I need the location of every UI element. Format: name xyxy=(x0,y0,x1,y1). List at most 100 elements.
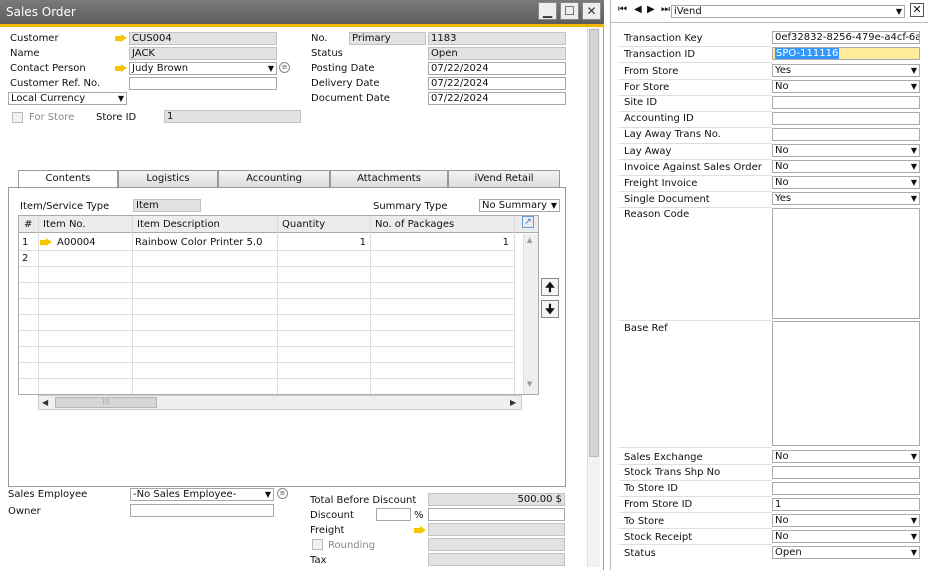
transaction-id-value: SPO-111116 xyxy=(775,48,840,59)
row-packages[interactable]: 1 xyxy=(373,237,509,249)
grid-vertical-scrollbar[interactable]: ▲ ▼ xyxy=(523,234,538,394)
row-separator xyxy=(619,528,772,529)
window-scroll-thumb[interactable] xyxy=(589,29,599,457)
grid-horizontal-scrollbar[interactable]: ◀ ⁞⁞⁞ ▶ xyxy=(38,395,522,410)
close-panel-button[interactable]: ✕ xyxy=(910,3,924,17)
invoice-against-so-select[interactable]: No ▼ xyxy=(772,160,920,173)
scroll-thumb[interactable]: ⁞⁞⁞ xyxy=(55,397,157,408)
window-vertical-scrollbar[interactable] xyxy=(587,27,600,567)
lay-away-trans-field[interactable] xyxy=(772,128,920,141)
next-record-icon[interactable]: ▶ xyxy=(647,4,657,16)
rounding-field[interactable] xyxy=(428,538,565,551)
scroll-right-icon[interactable]: ▶ xyxy=(510,398,516,407)
summary-type-select[interactable]: No Summary ▼ xyxy=(479,199,560,212)
transaction-key-field[interactable]: 0ef32832-8256-479e-a4cf-6ad2131 xyxy=(772,31,920,44)
col-header-item-no[interactable]: Item No. xyxy=(43,219,86,231)
close-button[interactable]: ✕ xyxy=(582,2,601,20)
row-item-no[interactable]: A00004 xyxy=(57,237,96,249)
tab-logistics[interactable]: Logistics xyxy=(118,170,218,188)
previous-record-icon[interactable]: ◀ xyxy=(634,4,644,16)
row-item-description[interactable]: Rainbow Color Printer 5.0 xyxy=(135,237,262,249)
stock-receipt-select[interactable]: No ▼ xyxy=(772,530,920,543)
tab-attachments[interactable]: Attachments xyxy=(330,170,448,188)
freight-label: Freight xyxy=(310,525,345,536)
for-store-checkbox[interactable] xyxy=(12,112,23,123)
status-select[interactable]: Open ▼ xyxy=(772,546,920,559)
stock-trans-shp-field[interactable] xyxy=(772,466,920,479)
doc-no-field[interactable]: 1183 xyxy=(428,32,566,45)
owner-field[interactable] xyxy=(130,504,274,517)
sales-exchange-value: No xyxy=(775,451,789,462)
accounting-id-field[interactable] xyxy=(772,112,920,125)
col-header-num[interactable]: # xyxy=(24,219,32,231)
currency-value: Local Currency xyxy=(11,93,86,104)
row-number: 1 xyxy=(22,237,29,248)
for-store-select[interactable]: No ▼ xyxy=(772,80,920,93)
name-field[interactable]: JACK xyxy=(129,47,277,60)
total-before-discount-field[interactable]: 500.00 $ xyxy=(428,493,565,506)
col-header-description[interactable]: Item Description xyxy=(137,219,220,231)
customer-field[interactable]: CUS004 xyxy=(129,32,277,45)
from-store-id-field[interactable]: 1 xyxy=(772,498,920,511)
rounding-checkbox[interactable] xyxy=(312,539,323,550)
status-field[interactable]: Open xyxy=(428,47,566,60)
total-before-discount-label: Total Before Discount xyxy=(310,495,417,506)
series-select[interactable]: Primary xyxy=(349,32,426,45)
store-id-field[interactable]: 1 xyxy=(164,110,301,123)
freight-link-arrow-icon[interactable] xyxy=(414,526,426,535)
contact-link-arrow-icon[interactable] xyxy=(115,64,127,73)
freight-invoice-select[interactable]: No ▼ xyxy=(772,176,920,189)
col-header-quantity[interactable]: Quantity xyxy=(282,219,325,231)
tax-field[interactable] xyxy=(428,553,565,566)
move-row-down-button[interactable]: 🠋 xyxy=(541,300,559,318)
from-store-select[interactable]: Yes ▼ xyxy=(772,64,920,77)
sales-exchange-select[interactable]: No ▼ xyxy=(772,450,920,463)
base-ref-label: Base Ref xyxy=(624,323,668,334)
reason-code-textarea[interactable] xyxy=(772,208,920,319)
minimize-button[interactable]: ▁ xyxy=(538,2,557,20)
scroll-up-icon[interactable]: ▲ xyxy=(527,236,532,244)
move-row-up-button[interactable]: 🠉 xyxy=(541,278,559,296)
col-header-packages[interactable]: No. of Packages xyxy=(375,219,454,231)
customer-link-arrow-icon[interactable] xyxy=(115,34,127,43)
discount-amount-field[interactable] xyxy=(428,508,565,521)
customer-ref-field[interactable] xyxy=(129,77,277,90)
chevron-down-icon: ▼ xyxy=(895,7,902,16)
transaction-key-label: Transaction Key xyxy=(624,33,703,44)
percent-sign: % xyxy=(414,510,424,521)
row-separator xyxy=(619,79,772,80)
contact-person-select[interactable]: Judy Brown ▼ xyxy=(129,62,277,75)
item-link-arrow-icon[interactable] xyxy=(40,238,52,247)
reason-code-label: Reason Code xyxy=(624,209,690,220)
list-icon[interactable]: ≡ xyxy=(277,488,288,499)
freight-invoice-value: No xyxy=(775,177,789,188)
tab-ivend-retail[interactable]: iVend Retail xyxy=(448,170,560,188)
site-id-field[interactable] xyxy=(772,96,920,109)
currency-select[interactable]: Local Currency ▼ xyxy=(8,92,127,105)
delivery-date-field[interactable]: 07/22/2024 xyxy=(428,77,566,90)
single-document-select[interactable]: Yes ▼ xyxy=(772,192,920,205)
lay-away-select[interactable]: No ▼ xyxy=(772,144,920,157)
posting-date-field[interactable]: 07/22/2024 xyxy=(428,62,566,75)
list-icon[interactable]: ≡ xyxy=(279,62,290,73)
sales-employee-select[interactable]: -No Sales Employee- ▼ xyxy=(130,488,274,501)
discount-percent-field[interactable] xyxy=(376,508,411,521)
to-store-id-field[interactable] xyxy=(772,482,920,495)
scroll-left-icon[interactable]: ◀ xyxy=(42,398,48,407)
udf-category-select[interactable]: iVend ▼ xyxy=(671,5,905,18)
name-label: Name xyxy=(10,48,40,59)
row-quantity[interactable]: 1 xyxy=(280,237,366,249)
maximize-button[interactable]: ☐ xyxy=(560,2,579,20)
chevron-down-icon: ▼ xyxy=(910,194,917,203)
first-record-icon[interactable]: ⏮ xyxy=(618,4,628,16)
transaction-id-field[interactable]: SPO-111116 xyxy=(772,47,920,60)
scroll-down-icon[interactable]: ▼ xyxy=(527,380,532,388)
document-date-field[interactable]: 07/22/2024 xyxy=(428,92,566,105)
base-ref-textarea[interactable] xyxy=(772,321,920,446)
freight-field[interactable] xyxy=(428,523,565,536)
owner-label: Owner xyxy=(8,506,41,517)
item-type-select[interactable]: Item xyxy=(133,199,201,212)
to-store-select[interactable]: No ▼ xyxy=(772,514,920,527)
expand-grid-icon[interactable]: ↗ xyxy=(522,216,534,228)
tab-accounting[interactable]: Accounting xyxy=(218,170,330,188)
